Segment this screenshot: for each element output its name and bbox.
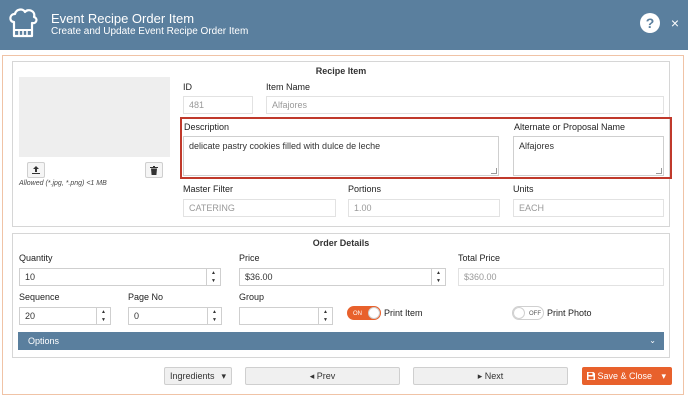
sequence-input[interactable]: 20 (19, 307, 97, 325)
alternate-name-textarea[interactable]: Alfajores (513, 136, 664, 176)
sequence-label: Sequence (19, 292, 60, 302)
price-label: Price (239, 253, 260, 263)
item-name-label: Item Name (266, 82, 311, 92)
print-item-label: Print Item (384, 308, 423, 318)
group-label: Group (239, 292, 265, 302)
chef-hat-icon (9, 8, 38, 38)
upload-icon (32, 166, 40, 174)
upload-image-button[interactable] (27, 162, 45, 178)
stepper-up-icon[interactable]: ▲ (208, 308, 221, 316)
ingredients-dropdown[interactable]: Ingredients ▾ (164, 367, 232, 385)
save-close-button[interactable]: Save & Close ▾ (582, 367, 672, 385)
recipe-image-placeholder[interactable] (19, 77, 170, 157)
units-label: Units (513, 184, 534, 194)
trash-icon (150, 166, 158, 175)
total-price-field[interactable]: $360.00 (458, 268, 664, 286)
resize-grip-icon[interactable] (491, 168, 497, 174)
delete-image-button[interactable] (145, 162, 163, 178)
sequence-stepper[interactable]: ▲ ▼ (97, 307, 111, 325)
quantity-stepper[interactable]: ▲ ▼ (207, 268, 221, 286)
print-item-state: ON (353, 311, 362, 317)
description-textarea[interactable]: delicate pastry cookies filled with dulc… (183, 136, 499, 176)
item-name-field[interactable]: Alfajores (266, 96, 664, 114)
help-button[interactable]: ? (640, 13, 660, 33)
description-text: delicate pastry cookies filled with dulc… (189, 141, 381, 151)
save-close-label: Save & Close (597, 371, 653, 381)
caret-down-icon[interactable]: ▾ (661, 367, 666, 385)
master-filter-field[interactable]: CATERING (183, 199, 336, 217)
stepper-up-icon[interactable]: ▲ (207, 269, 220, 277)
prev-button[interactable]: ◂ Prev (245, 367, 400, 385)
total-price-label: Total Price (458, 253, 501, 263)
ingredients-label: Ingredients (170, 371, 215, 381)
dialog-title: Event Recipe Order Item (51, 11, 195, 26)
recipe-item-title: Recipe Item (315, 66, 367, 76)
master-filter-label: Master Filter (183, 184, 234, 194)
stepper-up-icon[interactable]: ▲ (432, 269, 445, 277)
id-field[interactable]: 481 (183, 96, 253, 114)
print-photo-toggle[interactable]: OFF (512, 306, 544, 320)
print-photo-state: OFF (529, 311, 541, 317)
stepper-down-icon[interactable]: ▼ (207, 277, 220, 285)
next-button[interactable]: ▸ Next (413, 367, 568, 385)
portions-field[interactable]: 1.00 (348, 199, 500, 217)
dialog-subtitle: Create and Update Event Recipe Order Ite… (51, 26, 249, 37)
stepper-up-icon[interactable]: ▲ (319, 308, 332, 316)
options-accordion[interactable]: Options ⌄ (18, 332, 664, 350)
print-item-toggle[interactable]: ON (347, 306, 381, 320)
page-no-stepper[interactable]: ▲ ▼ (208, 307, 222, 325)
units-field[interactable]: EACH (513, 199, 664, 217)
stepper-down-icon[interactable]: ▼ (97, 316, 110, 324)
stepper-down-icon[interactable]: ▼ (432, 277, 445, 285)
stepper-up-icon[interactable]: ▲ (97, 308, 110, 316)
page-no-input[interactable]: 0 (128, 307, 208, 325)
stepper-down-icon[interactable]: ▼ (319, 316, 332, 324)
quantity-input[interactable]: 10 (19, 268, 207, 286)
alternate-name-text: Alfajores (519, 141, 555, 151)
order-details-title: Order Details (312, 238, 370, 248)
print-photo-label: Print Photo (547, 308, 592, 318)
price-input[interactable]: $36.00 (239, 268, 432, 286)
price-stepper[interactable]: ▲ ▼ (432, 268, 446, 286)
group-input[interactable] (239, 307, 319, 325)
toggle-knob (513, 307, 525, 319)
toggle-knob (368, 307, 380, 319)
group-stepper[interactable]: ▲ ▼ (319, 307, 333, 325)
allowed-file-note: Allowed (*.jpg, *.png) <1 MB (19, 180, 107, 187)
alternate-name-label: Alternate or Proposal Name (514, 122, 626, 132)
quantity-label: Quantity (19, 253, 53, 263)
stepper-down-icon[interactable]: ▼ (208, 316, 221, 324)
caret-down-icon: ▾ (221, 371, 226, 381)
description-label: Description (184, 122, 230, 132)
options-label: Options (28, 336, 60, 346)
portions-label: Portions (348, 184, 382, 194)
dialog-header: Event Recipe Order Item Create and Updat… (0, 0, 688, 50)
close-button[interactable]: × (668, 14, 682, 32)
id-label: ID (183, 82, 192, 92)
page-no-label: Page No (128, 292, 164, 302)
chevron-down-icon: ⌄ (649, 336, 656, 345)
resize-grip-icon[interactable] (656, 168, 662, 174)
floppy-disk-icon (587, 372, 595, 380)
